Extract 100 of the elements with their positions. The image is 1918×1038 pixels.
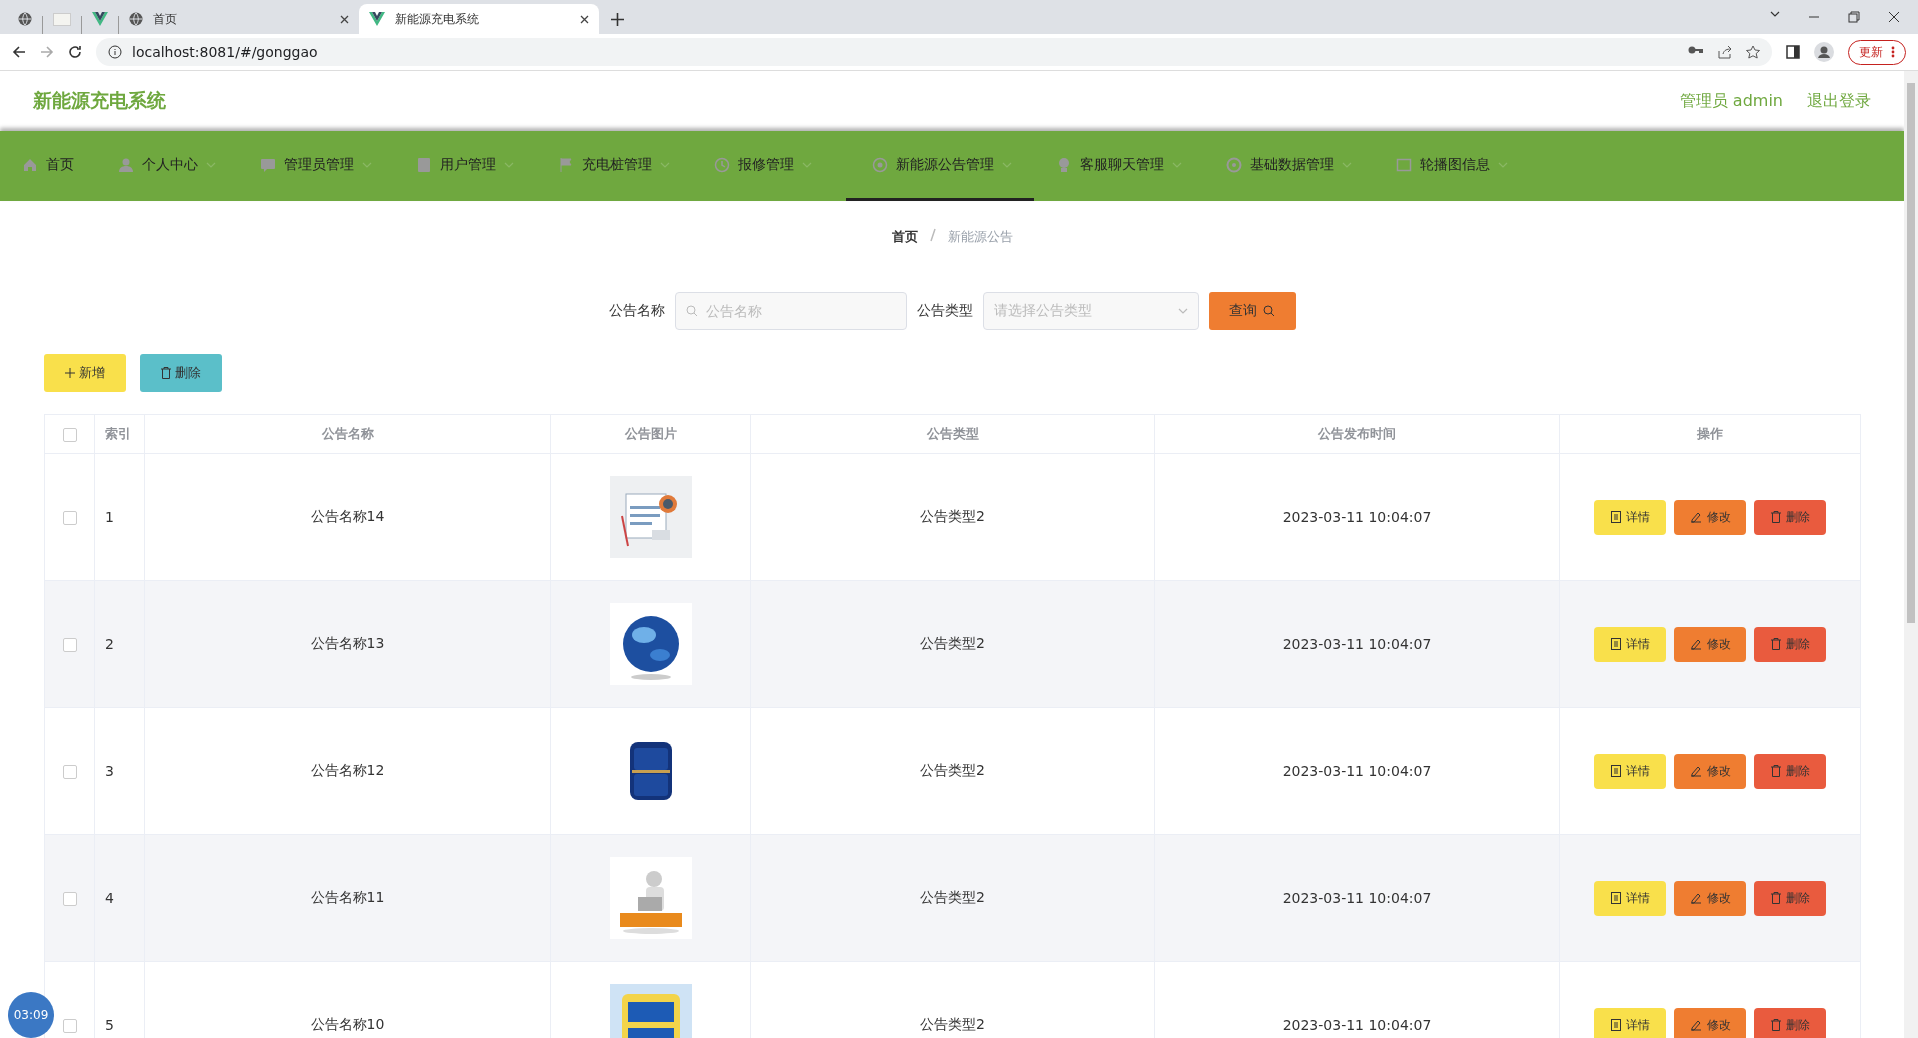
row-checkbox[interactable]	[62, 511, 77, 525]
page-icon	[53, 12, 71, 26]
nav-item[interactable]: 客服聊天管理	[1056, 131, 1204, 201]
nav-item[interactable]: 个人中心	[118, 131, 238, 201]
new-tab-icon[interactable]	[611, 12, 624, 26]
gear-icon	[1226, 156, 1242, 173]
restore-icon[interactable]	[1848, 11, 1860, 23]
delete-button[interactable]: 删除	[1754, 753, 1826, 789]
globe-icon	[129, 12, 143, 26]
reload-icon[interactable]	[68, 45, 82, 59]
delete-button[interactable]: 删除	[1754, 1007, 1826, 1038]
app-title: 新能源充电系统	[33, 88, 166, 113]
nav-item[interactable]: 新能源公告管理	[846, 131, 1034, 201]
detail-button[interactable]: 详情	[1594, 1007, 1666, 1038]
column-header: 公告发布时间	[1154, 414, 1560, 454]
nav-item[interactable]: 用户管理	[416, 131, 536, 201]
plus-icon	[65, 368, 75, 378]
detail-button[interactable]: 详情	[1594, 499, 1666, 535]
nav-item[interactable]: 报修管理	[714, 131, 834, 201]
delete-button[interactable]: 删除	[140, 354, 222, 392]
table-cell: 1	[94, 453, 145, 581]
share-icon[interactable]	[1718, 45, 1732, 59]
pencil-icon	[1689, 892, 1702, 904]
profile-icon[interactable]	[1814, 42, 1834, 62]
table-cell: 2023-03-11 10:04:07	[1154, 580, 1560, 708]
more-icon	[1891, 46, 1895, 58]
pencil-icon	[1689, 765, 1702, 777]
bulb-icon	[1056, 156, 1072, 173]
document-icon	[1610, 511, 1621, 523]
table-cell: 公告类型2	[750, 580, 1155, 708]
star-icon[interactable]	[1746, 45, 1760, 59]
browser-tab[interactable]: 首页	[119, 4, 359, 34]
delete-button[interactable]: 删除	[1754, 626, 1826, 662]
row-checkbox[interactable]	[62, 1019, 77, 1033]
breadcrumb-separator	[929, 228, 936, 242]
pencil-icon	[1689, 638, 1702, 650]
edit-button[interactable]: 修改	[1674, 880, 1746, 916]
nav-item[interactable]: 轮播图信息	[1396, 131, 1530, 201]
update-button[interactable]: 更新	[1848, 39, 1906, 65]
sidebar-icon[interactable]	[1786, 45, 1800, 59]
table-cell: 2	[94, 580, 145, 708]
row-checkbox[interactable]	[62, 765, 77, 779]
document-icon	[416, 156, 432, 173]
trash-icon	[1770, 1019, 1781, 1031]
document-icon	[1610, 892, 1621, 904]
breadcrumb-link[interactable]: 首页	[891, 228, 918, 246]
table-cell: 2023-03-11 10:04:07	[1154, 834, 1560, 962]
search-icon	[685, 305, 698, 317]
search-icon	[1263, 305, 1275, 317]
close-icon[interactable]	[580, 14, 589, 24]
table-cell: 4	[94, 834, 145, 962]
document-icon	[1610, 638, 1621, 650]
trash-icon	[161, 367, 171, 379]
detail-button[interactable]: 详情	[1594, 753, 1666, 789]
nav-item[interactable]: 基础数据管理	[1226, 131, 1374, 201]
chat-icon	[260, 156, 276, 173]
edit-button[interactable]: 修改	[1674, 626, 1746, 662]
table-cell: 公告类型2	[750, 453, 1155, 581]
user-label: 管理员 admin	[1679, 90, 1783, 112]
column-header: 公告类型	[750, 414, 1155, 454]
frame-icon	[1396, 156, 1412, 173]
delete-button[interactable]: 删除	[1754, 499, 1826, 535]
document-icon	[1610, 765, 1621, 777]
back-icon[interactable]	[12, 45, 26, 59]
flag-icon	[558, 156, 574, 173]
info-icon	[108, 45, 122, 59]
detail-button[interactable]: 详情	[1594, 626, 1666, 662]
table-cell: 公告名称12	[144, 707, 551, 835]
user-icon	[118, 156, 134, 173]
trash-icon	[1770, 765, 1781, 777]
browser-tab[interactable]: 新能源充电系统	[359, 4, 599, 34]
close-icon[interactable]	[340, 14, 349, 24]
delete-button[interactable]: 删除	[1754, 880, 1826, 916]
table-cell: 公告名称11	[144, 834, 551, 962]
table-cell: 3	[94, 707, 145, 835]
row-checkbox[interactable]	[62, 638, 77, 652]
column-header: 索引	[94, 414, 145, 454]
address-bar[interactable]: localhost:8081/#/gonggao	[96, 38, 1772, 66]
nav-item[interactable]: 管理员管理	[260, 131, 394, 201]
clock-icon	[714, 156, 730, 173]
search-field[interactable]: 公告名称	[674, 292, 907, 330]
table-cell: 公告名称14	[144, 453, 551, 581]
pencil-icon	[1689, 1019, 1702, 1031]
query-button[interactable]: 查询	[1208, 292, 1296, 330]
v-logo-icon	[369, 12, 385, 26]
nav-item[interactable]: 充电桩管理	[558, 131, 692, 201]
close-icon[interactable]	[1888, 11, 1900, 23]
edit-button[interactable]: 修改	[1674, 499, 1746, 535]
table-cell: 公告名称13	[144, 580, 551, 708]
nav-item[interactable]: 首页	[22, 131, 96, 201]
detail-button[interactable]: 详情	[1594, 880, 1666, 916]
column-header: 公告名称	[144, 414, 551, 454]
row-checkbox[interactable]	[62, 892, 77, 906]
edit-button[interactable]: 修改	[1674, 1007, 1746, 1038]
select-all-checkbox[interactable]	[62, 427, 77, 442]
add-button[interactable]: 新增	[44, 354, 126, 392]
logout-link[interactable]: 退出登录	[1807, 90, 1871, 112]
edit-button[interactable]: 修改	[1674, 753, 1746, 789]
table-cell: 公告类型2	[750, 834, 1155, 962]
key-icon[interactable]	[1688, 45, 1704, 55]
